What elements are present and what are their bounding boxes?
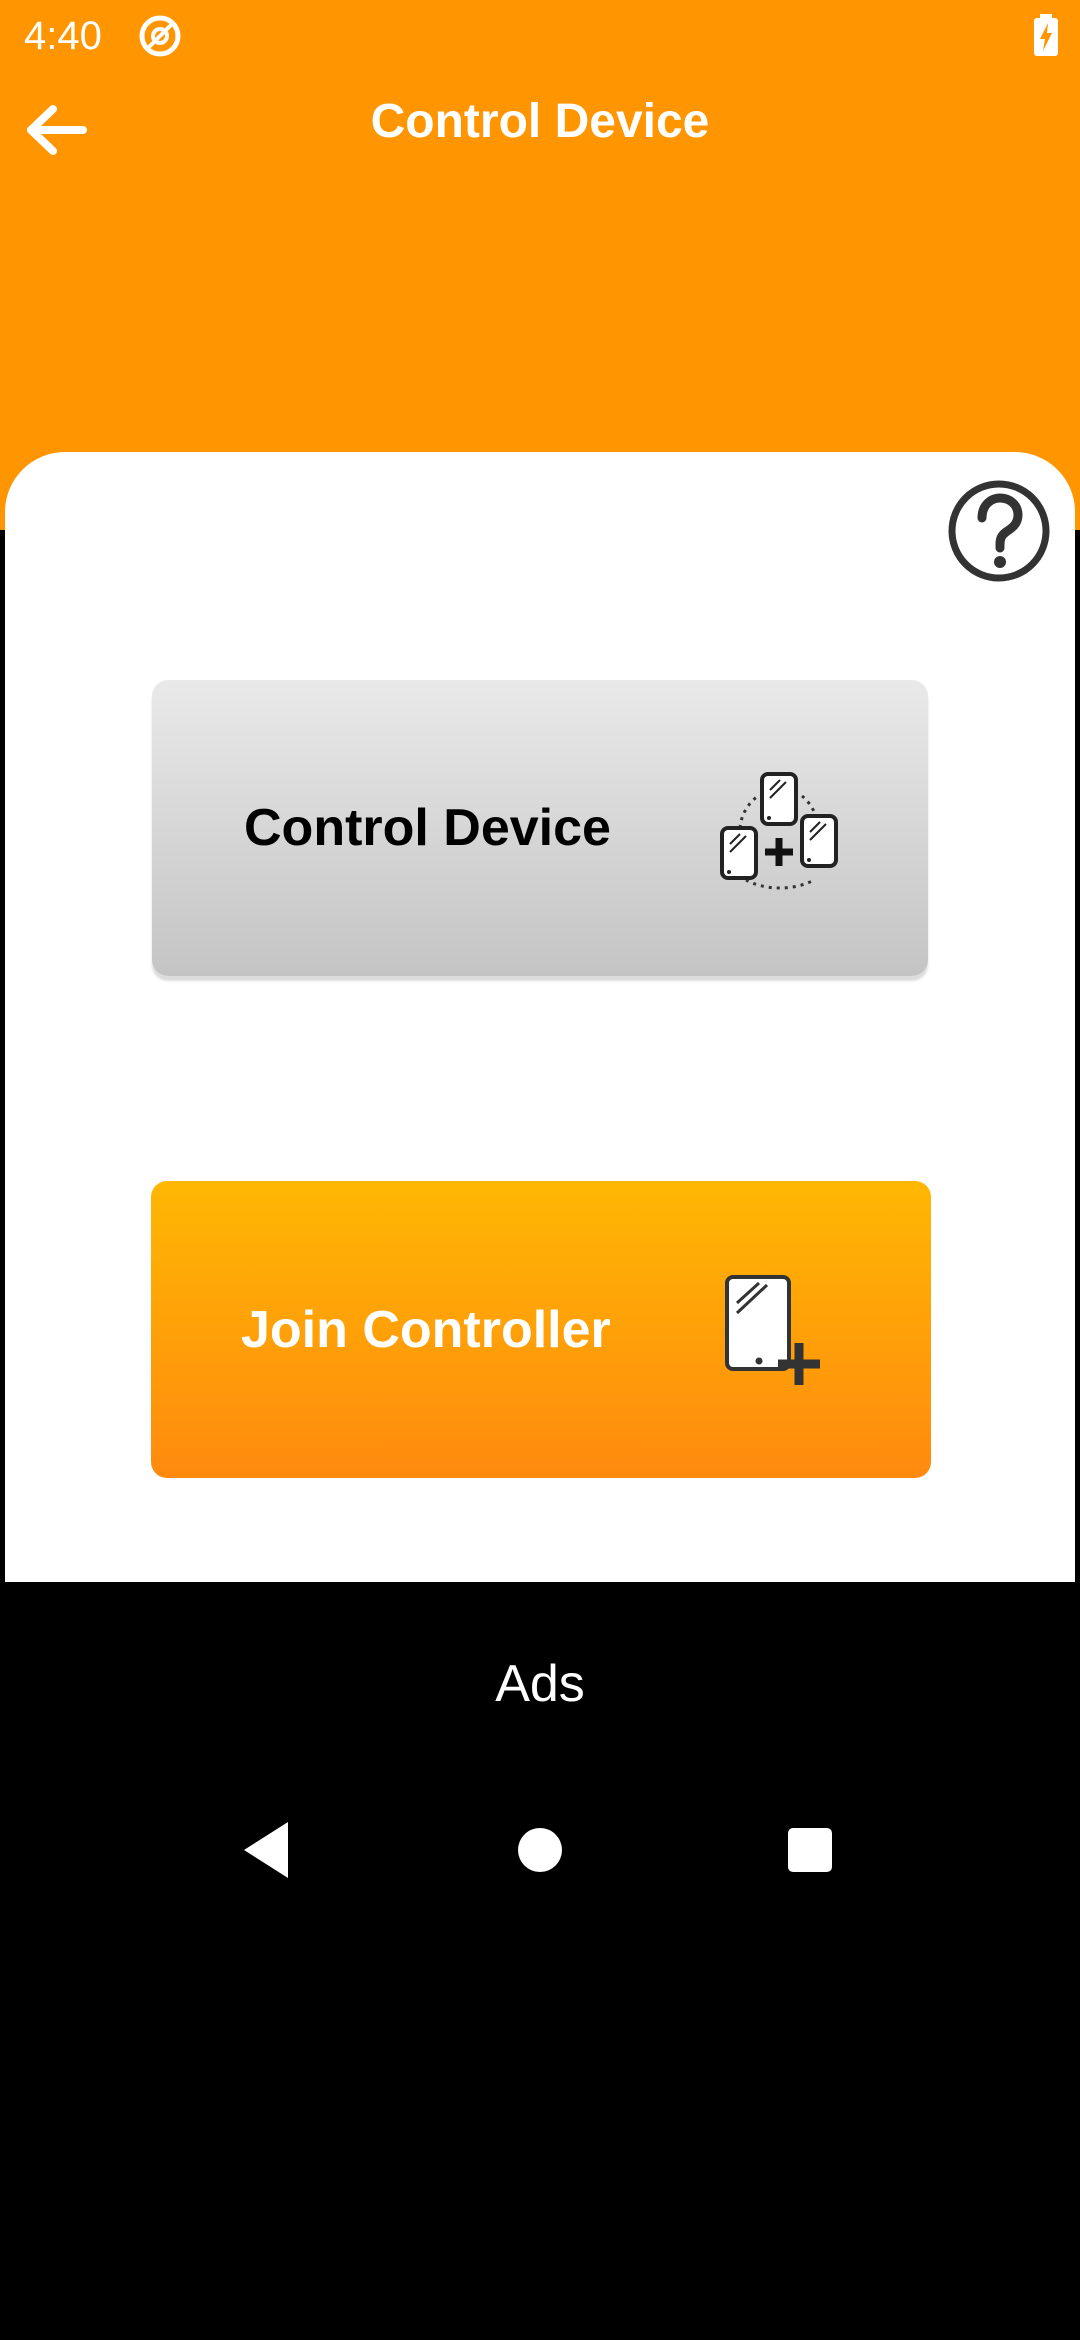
at-sign-icon xyxy=(138,14,182,58)
nav-recents-icon[interactable] xyxy=(786,1826,834,1874)
devices-connect-icon xyxy=(718,770,842,894)
join-controller-label: Join Controller xyxy=(241,1300,611,1359)
nav-home-icon[interactable] xyxy=(516,1826,564,1874)
question-circle-icon xyxy=(946,480,1052,588)
ads-label: Ads xyxy=(495,1655,585,1713)
page-title: Control Device xyxy=(370,95,710,148)
control-device-button[interactable]: Control Device xyxy=(152,680,928,976)
ads-banner[interactable]: Ads xyxy=(0,1582,1080,1762)
system-nav-bar xyxy=(0,1790,1080,1910)
device-add-icon xyxy=(723,1273,835,1389)
battery-charging-icon xyxy=(1032,14,1060,58)
app-bar: Control Device xyxy=(0,72,1080,172)
status-bar: 4:40 xyxy=(0,0,1080,72)
status-time: 4:40 xyxy=(24,14,102,58)
nav-back-icon[interactable] xyxy=(240,1818,296,1882)
join-controller-button[interactable]: Join Controller xyxy=(151,1181,931,1478)
help-button[interactable] xyxy=(946,478,1052,584)
app-screen: 4:40 Control Device Control Device Join … xyxy=(0,0,1080,2340)
control-device-label: Control Device xyxy=(244,799,611,857)
